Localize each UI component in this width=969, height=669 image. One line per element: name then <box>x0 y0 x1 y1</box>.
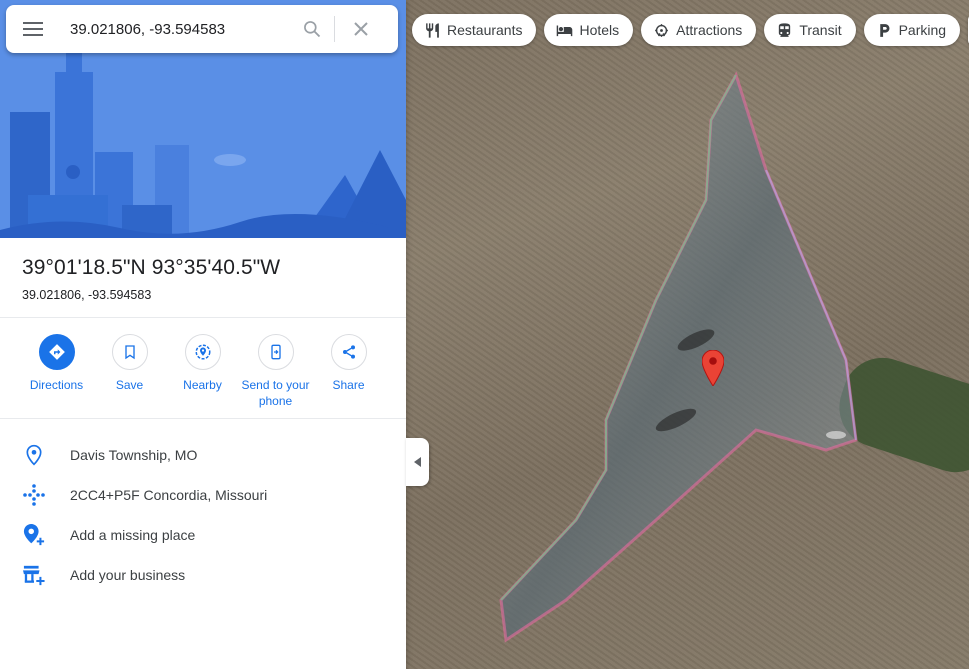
page-title: 39°01'18.5"N 93°35'40.5"W <box>22 256 281 279</box>
directions-button[interactable]: Directions <box>20 334 93 409</box>
chip-label: Hotels <box>579 22 620 38</box>
bookmark-icon <box>124 345 135 360</box>
clear-search-button[interactable] <box>335 5 387 53</box>
send-to-phone-icon <box>270 344 281 360</box>
list-item-text: Add your business <box>70 567 186 583</box>
chip-hotels[interactable]: Hotels <box>544 14 634 46</box>
side-panel: 39°01'18.5"N 93°35'40.5"W 39.021806, -93… <box>0 0 406 669</box>
add-business-icon <box>23 565 45 586</box>
action-label: Share <box>332 378 365 392</box>
restaurant-icon <box>426 22 439 38</box>
list-item-text: 2CC4+P5F Concordia, Missouri <box>70 487 268 503</box>
category-chips: Restaurants Hotels Attractions Transit P… <box>412 14 969 46</box>
chip-label: Attractions <box>676 22 743 38</box>
list-item-plus-code[interactable]: 2CC4+P5F Concordia, Missouri <box>0 475 406 515</box>
search-button[interactable] <box>290 5 334 53</box>
map-pin-icon[interactable] <box>702 350 724 386</box>
add-place-icon <box>23 524 45 546</box>
close-icon <box>354 22 368 36</box>
share-button[interactable]: Share <box>312 334 385 409</box>
hamburger-menu-icon <box>23 22 43 36</box>
chip-label: Transit <box>799 22 842 38</box>
list-item-text: Add a missing place <box>70 527 196 543</box>
place-info-list: Davis Township, MO 2CC4+P5F Concordia, M… <box>0 435 406 595</box>
hotel-icon <box>557 25 573 36</box>
transit-icon <box>779 22 791 37</box>
action-label: Send to your phone <box>241 378 310 408</box>
collapse-panel-button[interactable] <box>406 438 429 486</box>
list-item-text: Davis Township, MO <box>70 447 198 463</box>
location-pin-icon <box>26 444 42 466</box>
action-label: Nearby <box>183 378 222 392</box>
share-icon <box>342 345 355 359</box>
maps-app: Restaurants Hotels Attractions Transit P… <box>0 0 969 669</box>
send-to-phone-button[interactable]: Send to your phone <box>239 334 312 409</box>
search-icon <box>304 21 321 38</box>
menu-button[interactable] <box>6 5 60 53</box>
list-item-add-business[interactable]: Add your business <box>0 555 406 595</box>
action-label: Directions <box>29 378 84 392</box>
search-box <box>6 5 398 53</box>
chevron-left-icon <box>413 457 421 467</box>
chip-label: Parking <box>898 22 947 38</box>
parking-icon <box>879 23 890 37</box>
chip-attractions[interactable]: Attractions <box>641 14 757 46</box>
action-buttons: Directions Save Nearby Send to your phon… <box>0 334 406 409</box>
chip-transit[interactable]: Transit <box>764 14 856 46</box>
chip-parking[interactable]: Parking <box>863 14 961 46</box>
divider <box>0 317 406 318</box>
save-button[interactable]: Save <box>93 334 166 409</box>
plus-code-icon <box>23 484 45 506</box>
nearby-icon <box>195 344 210 360</box>
divider <box>0 418 406 419</box>
coordinates-subtitle: 39.021806, -93.594583 <box>22 288 152 302</box>
chip-label: Restaurants <box>447 22 523 38</box>
chip-restaurants[interactable]: Restaurants <box>412 14 537 46</box>
stealth-bomber-image <box>499 71 858 643</box>
nearby-button[interactable]: Nearby <box>166 334 239 409</box>
action-label: Save <box>115 378 144 392</box>
search-input[interactable] <box>60 5 290 53</box>
list-item-location[interactable]: Davis Township, MO <box>0 435 406 475</box>
place-header: 39°01'18.5"N 93°35'40.5"W 39.021806, -93… <box>22 256 280 302</box>
satellite-map[interactable] <box>406 0 969 669</box>
directions-icon <box>48 344 65 360</box>
list-item-add-place[interactable]: Add a missing place <box>0 515 406 555</box>
attractions-icon <box>655 23 669 37</box>
